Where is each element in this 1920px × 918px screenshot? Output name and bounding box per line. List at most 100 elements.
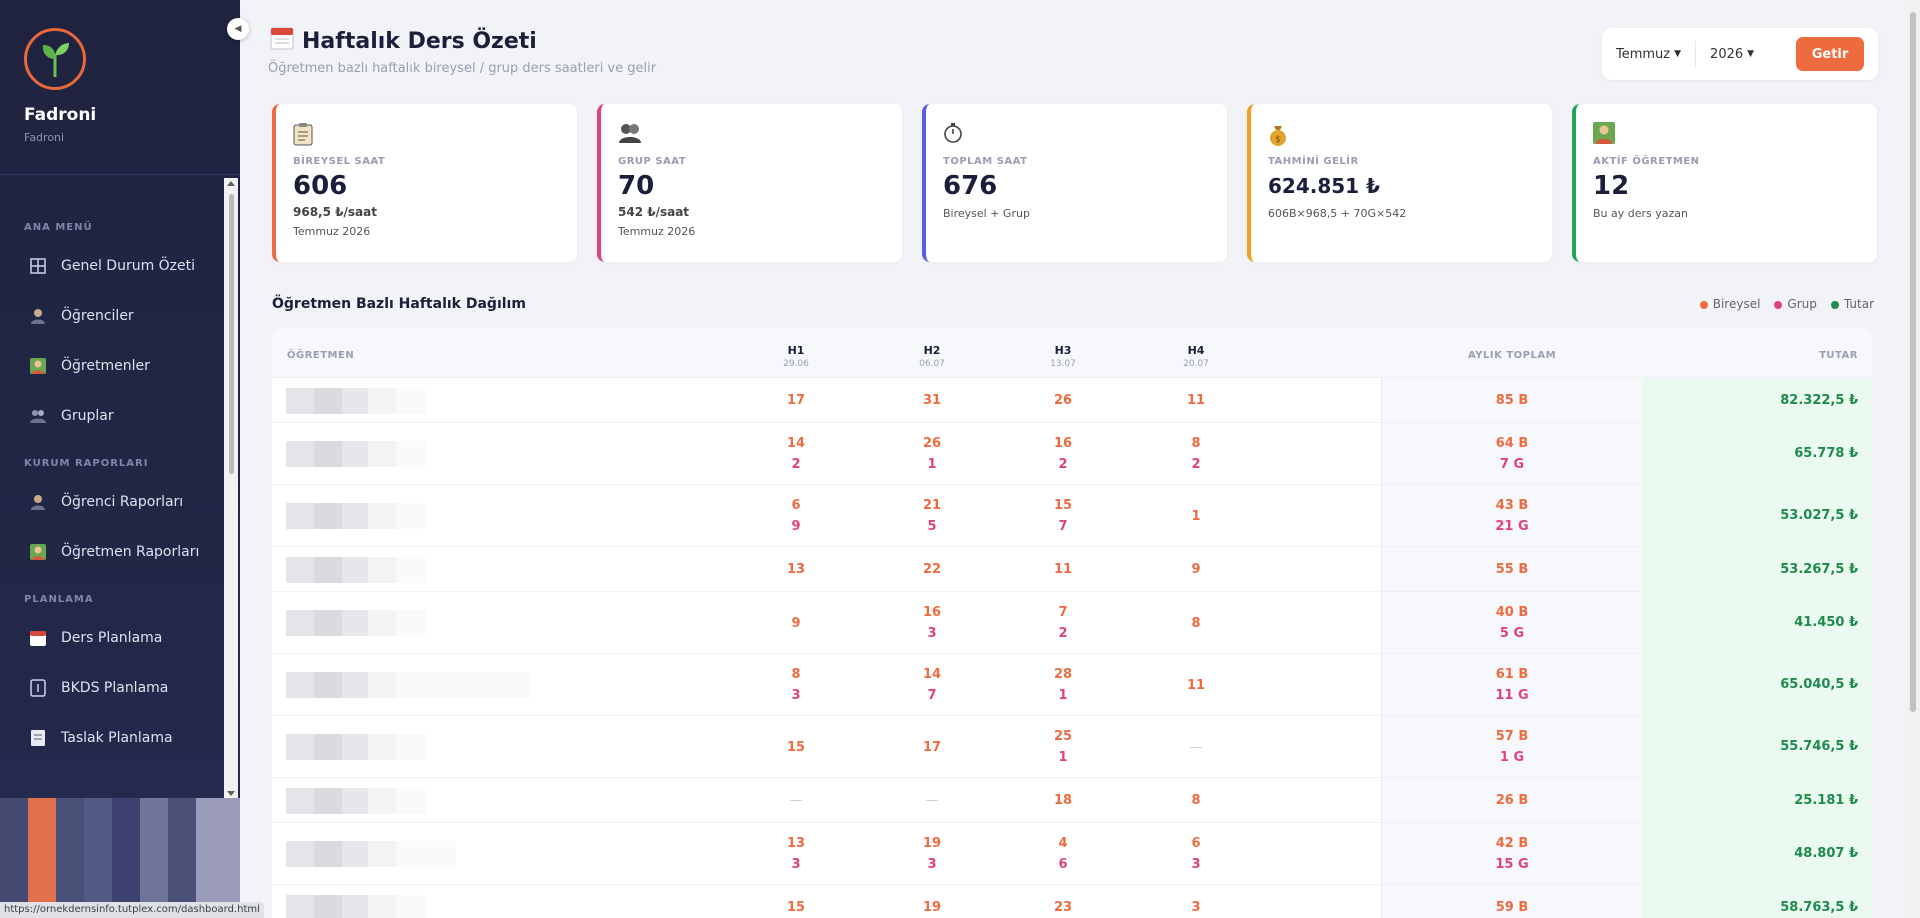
sidebar-item-bkds-planlama[interactable]: BKDS Planlama [0,663,240,713]
individual-hours: 19 [922,900,942,915]
week-cell: 21 5 [902,495,962,537]
individual-hours: 17 [786,393,806,408]
sprout-icon [42,43,69,77]
draft-icon [28,728,48,748]
sidebar-item-gruplar[interactable]: Gruplar [0,391,240,441]
month-select[interactable]: Temmuz ▼ [1616,47,1681,62]
sidebar-collapse-button[interactable]: ◀ [227,18,249,40]
amount-cell: 25.181 ₺ [1794,792,1858,808]
teacher-name-redacted [286,894,426,918]
col-header-week[interactable]: H4 20.07 [1166,344,1226,369]
individual-hours: 8 [1191,436,1201,451]
week-cell: — [1166,737,1226,758]
col-header-monthly-total[interactable]: AYLIK TOPLAM [1452,350,1572,361]
week-cell: — [902,790,962,811]
col-header-week[interactable]: H3 13.07 [1033,344,1093,369]
week-cell: 11 [1166,675,1226,696]
week-cell: 28 1 [1033,664,1093,706]
week-cell: 63 [1166,833,1226,875]
sidebar-item-genel-durum[interactable]: Genel Durum Özeti [0,241,240,291]
table-row[interactable]: — — 18 8 26 B 25.181 ₺ [272,778,1872,823]
card-value: 70 [618,171,655,201]
week-label: H1 [787,344,805,357]
year-select[interactable]: 2026 ▼ [1710,47,1754,62]
individual-hours: 19 [922,836,942,851]
calendar-icon [270,26,294,56]
week-date: 06.07 [919,359,945,369]
table-row[interactable]: 6 9 21 5 15 7 1 43 B 21 G 53.027,5 ₺ [272,485,1872,547]
individual-hours: 16 [1053,436,1073,451]
money-bag-icon: $ [1268,122,1535,146]
amount-cell: 55.746,5 ₺ [1780,739,1858,754]
monthly-individual-total: 42 B [1495,836,1529,851]
week-cell: 14 7 [902,664,962,706]
monthly-group-total: 21 G [1495,519,1529,534]
monthly-group-total: 5 G [1499,626,1525,641]
monthly-individual-total: 61 B [1495,667,1529,682]
sidebar-item-ogrenciler[interactable]: Öğrenciler [0,291,240,341]
table-row[interactable]: 15 19 23 3 59 B 58.763,5 ₺ [272,885,1872,918]
scroll-up-arrow-icon[interactable] [227,181,235,186]
brand-logo[interactable] [24,28,86,90]
period-filter: Temmuz ▼ 2026 ▼ Getir [1602,28,1878,80]
individual-hours: 6 [1191,836,1201,851]
teacher-icon [1593,122,1860,146]
individual-hours: 8 [1191,615,1201,631]
amount-cell: 53.027,5 ₺ [1780,508,1858,523]
col-header-week[interactable]: H1 29.06 [766,344,826,369]
table-row[interactable]: 8 3 14 7 28 1 11 61 B 11 G 65.040,5 ₺ [272,654,1872,716]
teacher-name-redacted [286,556,426,583]
divider [1695,41,1697,67]
sidebar-item-ogrenci-raporlari[interactable]: Öğrenci Raporları [0,477,240,527]
table-row[interactable]: 14 2 26 1 16 2 8 2 64 B7 G 65.778 ₺ [272,423,1872,485]
page-scrollbar[interactable] [1906,0,1920,918]
col-header-week[interactable]: H2 06.07 [902,344,962,369]
sidebar-item-ogretmenler[interactable]: Öğretmenler [0,341,240,391]
group-hours: 2 [1058,457,1068,472]
week-cell: 26 1 [902,433,962,475]
card-label: AKTİF ÖĞRETMEN [1593,156,1700,167]
monthly-individual-total: 40 B [1495,605,1529,620]
teacher-name-redacted [286,503,426,529]
card-toplam-saat: TOPLAM SAAT 676 Bireysel + Grup [922,104,1227,262]
card-rate: 968,5 ₺/saat [293,205,377,219]
section-title: Öğretmen Bazlı Haftalık Dağılım [272,296,526,312]
col-header-teacher[interactable]: ÖĞRETMEN [287,350,354,361]
card-aktif-ogretmen: AKTİF ÖĞRETMEN 12 Bu ay ders yazan [1572,104,1877,262]
group-hours: 2 [1191,457,1201,472]
table-row[interactable]: 17 31 26 11 85 B 82.322,5 ₺ [272,378,1872,423]
table-row[interactable]: 15 17 25 1—57 B1 G 55.746,5 ₺ [272,716,1872,778]
sidebar-scroll-thumb[interactable] [229,194,234,474]
col-header-amount[interactable]: TUTAR [1819,350,1858,361]
sidebar-scrollbar[interactable] [224,178,238,798]
clipboard-icon [293,122,560,146]
sidebar-item-ders-planlama[interactable]: Ders Planlama [0,613,240,663]
group-hours: 3 [927,626,937,641]
amount-cell: 82.322,5 ₺ [1780,392,1858,408]
week-cell: 3 [1166,897,1226,918]
sidebar-item-ogretmen-raporlari[interactable]: Öğretmen Raporları [0,527,240,577]
brand-subtitle: Fadroni [24,131,65,144]
week-cell: 72 [1033,602,1093,644]
sidebar-item-label: BKDS Planlama [61,680,169,696]
svg-text:$: $ [1275,135,1281,145]
scroll-down-arrow-icon[interactable] [227,791,235,796]
group-hours: 2 [791,457,801,472]
week-cell: 15 [766,737,826,758]
week-date: 20.07 [1183,359,1209,369]
table-row[interactable]: 13 3 19 3 4 6 6 3 42 B 15 G 48.807 ₺ [272,823,1872,885]
page-title-text: Haftalık Ders Özeti [302,28,537,54]
individual-hours: — [789,793,803,808]
sidebar: Fadroni Fadroni ANA MENÜ Genel Durum Öze… [0,0,240,918]
monthly-group-total: 15 G [1495,857,1529,872]
sidebar-item-taslak-planlama[interactable]: Taslak Planlama [0,713,240,763]
weekly-distribution-table: ÖĞRETMEN H1 29.06 H2 06.07 H3 13.07 H4 20.07… [272,328,1872,918]
card-value: 676 [943,171,998,201]
week-date: 29.06 [783,359,809,369]
page-scroll-thumb[interactable] [1910,12,1916,712]
group-icon [28,406,48,426]
legend-label: Tutar [1843,297,1874,311]
table-row[interactable]: 13 22 11 9 55 B 53.267,5 ₺ [272,547,1872,592]
table-row[interactable]: 9 16 3 7 2 8 40 B5 G 41.450 ₺ [272,592,1872,654]
getir-button[interactable]: Getir [1796,37,1864,71]
